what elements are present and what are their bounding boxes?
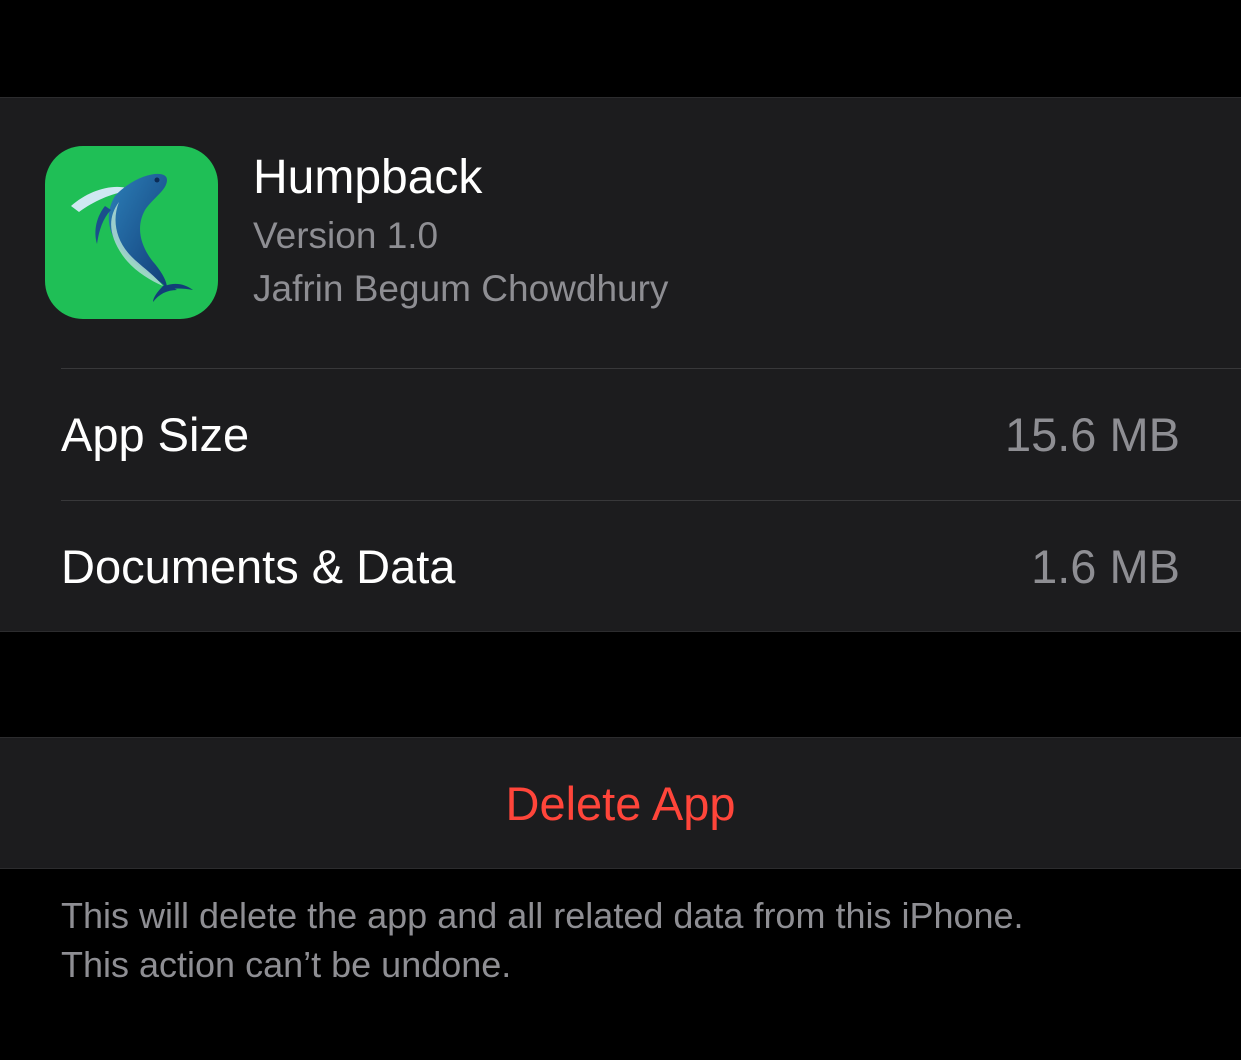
delete-app-label: Delete App	[505, 777, 736, 830]
storage-row-documents-data: Documents & Data 1.6 MB	[0, 501, 1241, 632]
delete-warning-note: This will delete the app and all related…	[61, 891, 1181, 989]
delete-warning-line: This will delete the app and all related…	[61, 895, 1024, 936]
storage-row-label: App Size	[61, 408, 250, 461]
app-storage-detail-screen: Humpback Version 1.0 Jafrin Begum Chowdh…	[0, 0, 1241, 1060]
storage-row-value: 1.6 MB	[1031, 540, 1180, 593]
app-info-group: Humpback Version 1.0 Jafrin Begum Chowdh…	[0, 97, 1241, 632]
delete-app-button[interactable]: Delete App	[0, 737, 1241, 869]
app-header: Humpback Version 1.0 Jafrin Begum Chowdh…	[0, 98, 1241, 368]
storage-row-app-size: App Size 15.6 MB	[0, 369, 1241, 500]
storage-row-value: 15.6 MB	[1004, 408, 1180, 461]
app-name: Humpback	[253, 151, 483, 204]
delete-warning-line: This action can’t be undone.	[61, 944, 512, 985]
app-version: Version 1.0	[253, 215, 439, 256]
storage-row-label: Documents & Data	[61, 540, 456, 593]
app-developer: Jafrin Begum Chowdhury	[253, 268, 669, 309]
humpback-whale-icon	[45, 146, 218, 319]
